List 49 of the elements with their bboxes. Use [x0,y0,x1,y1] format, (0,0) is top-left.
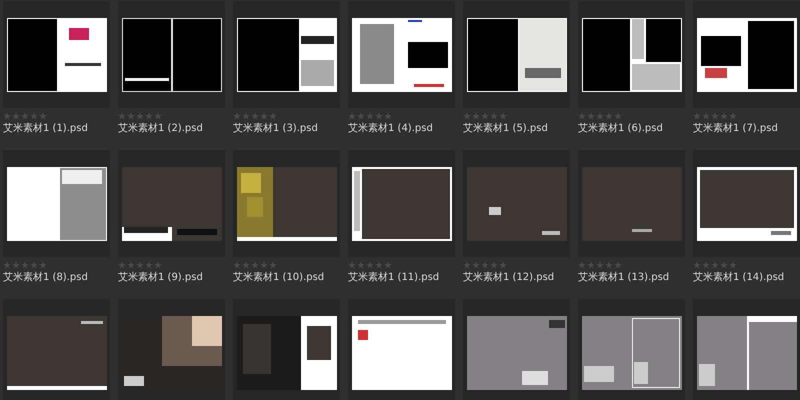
thumbnail-card[interactable] [233,150,340,257]
thumbnail-card[interactable] [3,299,110,400]
file-name: 艾米素材1 (4).psd [348,122,433,135]
file-name: 艾米素材1 (3).psd [233,122,318,135]
thumbnail-card[interactable] [118,1,225,108]
thumbnail-card[interactable] [233,299,340,400]
thumbnail-card[interactable] [578,299,685,400]
file-name: 艾米素材1 (8).psd [3,271,88,284]
thumbnail-card[interactable] [578,150,685,257]
file-name: 艾米素材1 (1).psd [3,122,88,135]
star-rating[interactable] [348,112,392,120]
thumbnail-card[interactable] [118,150,225,257]
thumbnail-card[interactable] [118,299,225,400]
star-rating[interactable] [693,112,737,120]
thumbnail-card[interactable] [3,150,110,257]
star-rating[interactable] [578,112,622,120]
star-rating[interactable] [3,112,47,120]
thumbnail-card[interactable] [348,1,455,108]
file-name: 艾米素材1 (2).psd [118,122,203,135]
thumbnail-card[interactable] [578,1,685,108]
file-name: 艾米素材1 (11).psd [348,271,440,284]
file-name: 艾米素材1 (12).psd [463,271,554,284]
thumbnail-card[interactable] [3,1,110,108]
file-name: 艾米素材1 (9).psd [118,271,203,284]
file-name: 艾米素材1 (10).psd [233,271,324,284]
thumbnail-card[interactable] [233,1,340,108]
thumbnail-card[interactable] [693,1,800,108]
star-rating[interactable] [118,261,162,269]
thumbnail-card[interactable] [693,150,800,257]
file-name: 艾米素材1 (7).psd [693,122,778,135]
star-rating[interactable] [348,261,392,269]
star-rating[interactable] [463,261,507,269]
thumbnail-card[interactable] [693,299,800,400]
thumbnail-card[interactable] [348,299,455,400]
thumbnail-card[interactable] [348,150,455,257]
file-name: 艾米素材1 (6).psd [578,122,663,135]
file-name: 艾米素材1 (14).psd [693,271,784,284]
star-rating[interactable] [693,261,737,269]
star-rating[interactable] [578,261,622,269]
file-name: 艾米素材1 (13).psd [578,271,670,284]
thumbnail-card[interactable] [463,1,570,108]
file-name: 艾米素材1 (5).psd [463,122,548,135]
star-rating[interactable] [3,261,47,269]
star-rating[interactable] [118,112,162,120]
star-rating[interactable] [463,112,507,120]
star-rating[interactable] [233,261,277,269]
thumbnail-card[interactable] [463,150,570,257]
star-rating[interactable] [233,112,277,120]
thumbnail-card[interactable] [463,299,570,400]
